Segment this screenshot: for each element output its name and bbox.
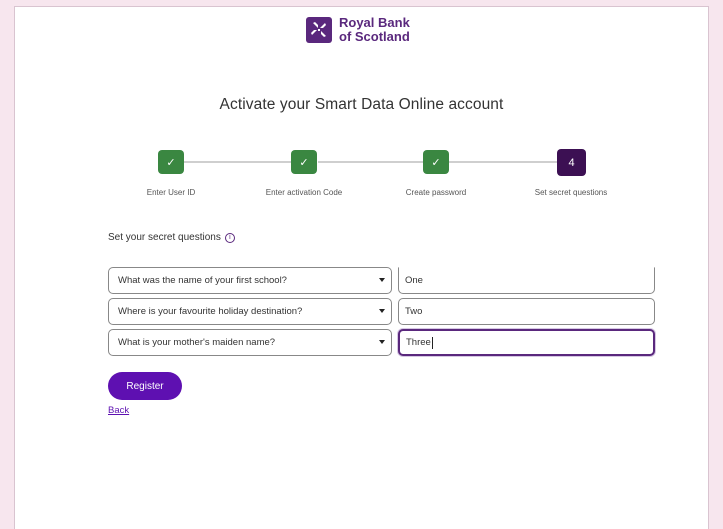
question-row-2: Where is your favourite holiday destinat… — [108, 298, 668, 326]
step-label: Enter User ID — [146, 188, 196, 197]
brand-name-line1: Royal Bank — [339, 15, 410, 30]
brand-logo: Royal Bank of Scotland — [306, 16, 410, 44]
question-row-1: What was the name of your first school? … — [108, 267, 668, 295]
heading-text: Set your secret questions — [108, 232, 221, 243]
secret-questions-heading: Set your secret questions i — [108, 232, 235, 243]
answer-input-3[interactable]: Three — [398, 329, 655, 356]
answer-input-1[interactable]: One — [398, 267, 655, 294]
step-2-complete: ✓ — [291, 150, 317, 174]
step-label: Create password — [405, 188, 467, 197]
rbs-daisy-logo-icon — [306, 17, 332, 43]
selected-question: Where is your favourite holiday destinat… — [118, 306, 303, 317]
progress-stepper: ✓ ✓ ✓ 4 Enter User ID Enter activation C… — [108, 143, 608, 213]
chevron-down-icon — [379, 278, 385, 282]
info-icon[interactable]: i — [224, 232, 235, 243]
check-icon: ✓ — [166, 156, 176, 169]
step-connector — [318, 161, 436, 163]
brand-name: Royal Bank of Scotland — [339, 16, 410, 44]
back-link[interactable]: Back — [108, 405, 129, 416]
page-title: Activate your Smart Data Online account — [219, 96, 504, 113]
step-label: Enter activation Code — [265, 188, 343, 197]
step-label: Set secret questions — [534, 188, 608, 197]
chevron-down-icon — [379, 340, 385, 344]
answer-value: Three — [406, 337, 431, 348]
question-select-3[interactable]: What is your mother's maiden name? — [108, 329, 392, 356]
step-1-complete: ✓ — [158, 150, 184, 174]
selected-question: What is your mother's maiden name? — [118, 337, 276, 348]
answer-value: One — [405, 275, 423, 286]
answer-input-2[interactable]: Two — [398, 298, 655, 325]
step-4-active: 4 — [557, 149, 586, 176]
step-connector — [184, 161, 294, 163]
text-cursor — [431, 336, 433, 349]
answer-value: Two — [405, 306, 423, 317]
question-row-3: What is your mother's maiden name? Three — [108, 329, 668, 357]
question-select-2[interactable]: Where is your favourite holiday destinat… — [108, 298, 392, 325]
check-icon: ✓ — [299, 156, 309, 169]
register-button[interactable]: Register — [108, 372, 182, 400]
brand-name-line2: of Scotland — [339, 29, 410, 44]
question-select-1[interactable]: What was the name of your first school? — [108, 267, 392, 294]
step-3-complete: ✓ — [423, 150, 449, 174]
step-connector — [448, 161, 558, 163]
step-number: 4 — [568, 156, 575, 169]
selected-question: What was the name of your first school? — [118, 275, 287, 286]
check-icon: ✓ — [431, 156, 441, 169]
chevron-down-icon — [379, 309, 385, 313]
